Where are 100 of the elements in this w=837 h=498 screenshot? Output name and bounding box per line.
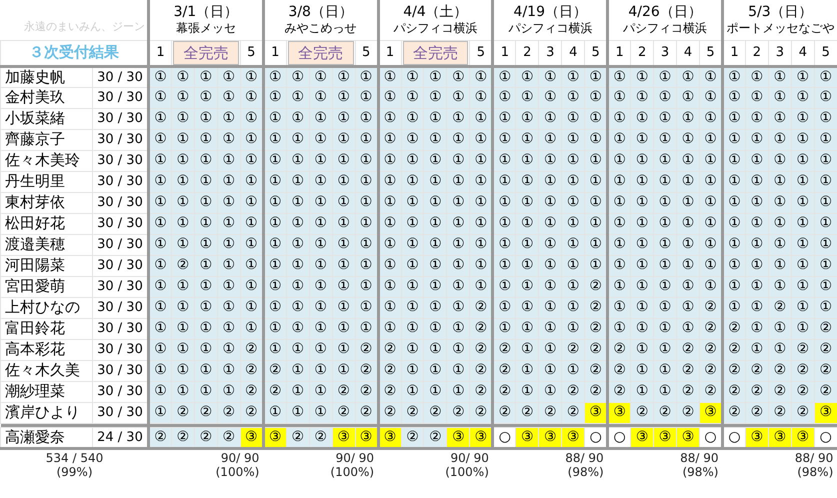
slot-cell: ① [538,276,562,297]
slot-cell: ① [791,213,814,234]
slot-cell: ① [401,171,424,192]
slot-cell: ① [745,87,768,108]
slot-cell: ① [332,234,356,255]
slot-cell: ① [401,339,424,360]
slot-cell: ① [492,87,516,108]
slot-cell: ① [171,318,194,339]
slot-cell: ② [378,360,402,381]
slot-cell: ① [516,339,539,360]
show-date: 4/26（日） [627,4,703,21]
show-percent: (100%) [444,464,489,479]
slot-cell: ① [263,150,286,171]
slot-cell: ① [309,213,332,234]
slot-cell: ① [332,129,356,150]
slot-cell: ① [630,297,654,318]
slot-cell: ○ [608,427,631,448]
slot-cell: ① [171,360,194,381]
slot-cell: ① [309,276,332,297]
slot-cell: ① [309,255,332,276]
slot-cell: ③ [378,427,402,448]
slot-cell: ③ [538,427,562,448]
slot-cell: ① [745,318,768,339]
slot-cell: ① [492,318,516,339]
slot-cell: ① [424,129,447,150]
slot-cell: ① [791,129,814,150]
slot-cell: ① [171,108,194,129]
slot-cell: ① [401,150,424,171]
slot-cell: ② [378,381,402,402]
slot-cell: ① [676,276,700,297]
slot-cell: ① [608,255,631,276]
slot-cell: ① [654,318,677,339]
slot-cell: ① [516,381,539,402]
slot-cell: ① [516,108,539,129]
venue-name: パシフィコ横浜 [392,20,478,36]
slot-cell: ① [194,213,218,234]
slot-cell: ① [516,360,539,381]
slot-cell: ① [814,213,837,234]
slot-cell: ① [194,297,218,318]
slot-cell: ① [424,339,447,360]
slot-cell: ② [332,381,356,402]
total-percent: (99%) [55,464,94,479]
slot-cell: ② [630,402,654,423]
slot-cell: ① [401,276,424,297]
slot-cell: ① [332,108,356,129]
slot-cell: ① [538,150,562,171]
slot-cell: ③ [676,427,700,448]
slot-cell: ① [492,255,516,276]
slot-cell: ① [791,318,814,339]
slot-cell: ① [630,360,654,381]
slot-cell: ① [286,213,310,234]
slot-cell: ① [768,150,792,171]
slot-cell: ① [608,129,631,150]
slot-cell: ② [217,427,240,448]
member-name: 松田好花 [0,213,92,234]
slot-cell: ① [171,381,194,402]
slot-cell: ① [194,150,218,171]
slot-cell: ① [814,87,837,108]
slot-cell: ① [446,87,470,108]
slot-cell: ① [562,213,585,234]
slot-cell: ① [446,318,470,339]
slot-cell: ○ [700,427,722,448]
slot-cell: ② [492,402,516,423]
slot-cell: ① [516,150,539,171]
slot-cell: ① [722,297,746,318]
slot-cell: ① [676,129,700,150]
slot-cell: ③ [654,427,677,448]
slot-cell: ③ [332,427,356,448]
slot-cell: ① [562,255,585,276]
slot-cell: ② [745,402,768,423]
slot-cell: ① [492,234,516,255]
slot-cell: ① [608,276,631,297]
venue-name: みやこめっせ [284,20,358,36]
slot-cell: ① [217,360,240,381]
slot-cell: ② [676,402,700,423]
slot-cell: ① [286,276,310,297]
slot-cell: ② [194,402,218,423]
slot-cell: ① [538,339,562,360]
slot-cell: ① [446,213,470,234]
slot-cell: ① [791,192,814,213]
slot-cell: ① [401,192,424,213]
slot-cell: ① [263,66,286,87]
show-total: 88/ 90 [679,450,718,465]
slot-cell: ○ [492,427,516,448]
venue-name: ポートメッセなごや [726,20,836,36]
slot-cell: ① [745,129,768,150]
slot-cell: ② [171,255,194,276]
slot-cell: ① [676,255,700,276]
slot-cell: ② [562,339,585,360]
slot-cell: ② [263,360,286,381]
slot-cell: ① [401,234,424,255]
slot-cell: ① [608,171,631,192]
slot-cell: ① [768,192,792,213]
slot-cell: ① [654,276,677,297]
slot-cell: ② [562,381,585,402]
slot-cell: ① [217,381,240,402]
slot-cell: ① [217,213,240,234]
slot-cell: ① [814,129,837,150]
slot-cell: ○ [584,427,608,448]
slot-cell: ① [194,87,218,108]
